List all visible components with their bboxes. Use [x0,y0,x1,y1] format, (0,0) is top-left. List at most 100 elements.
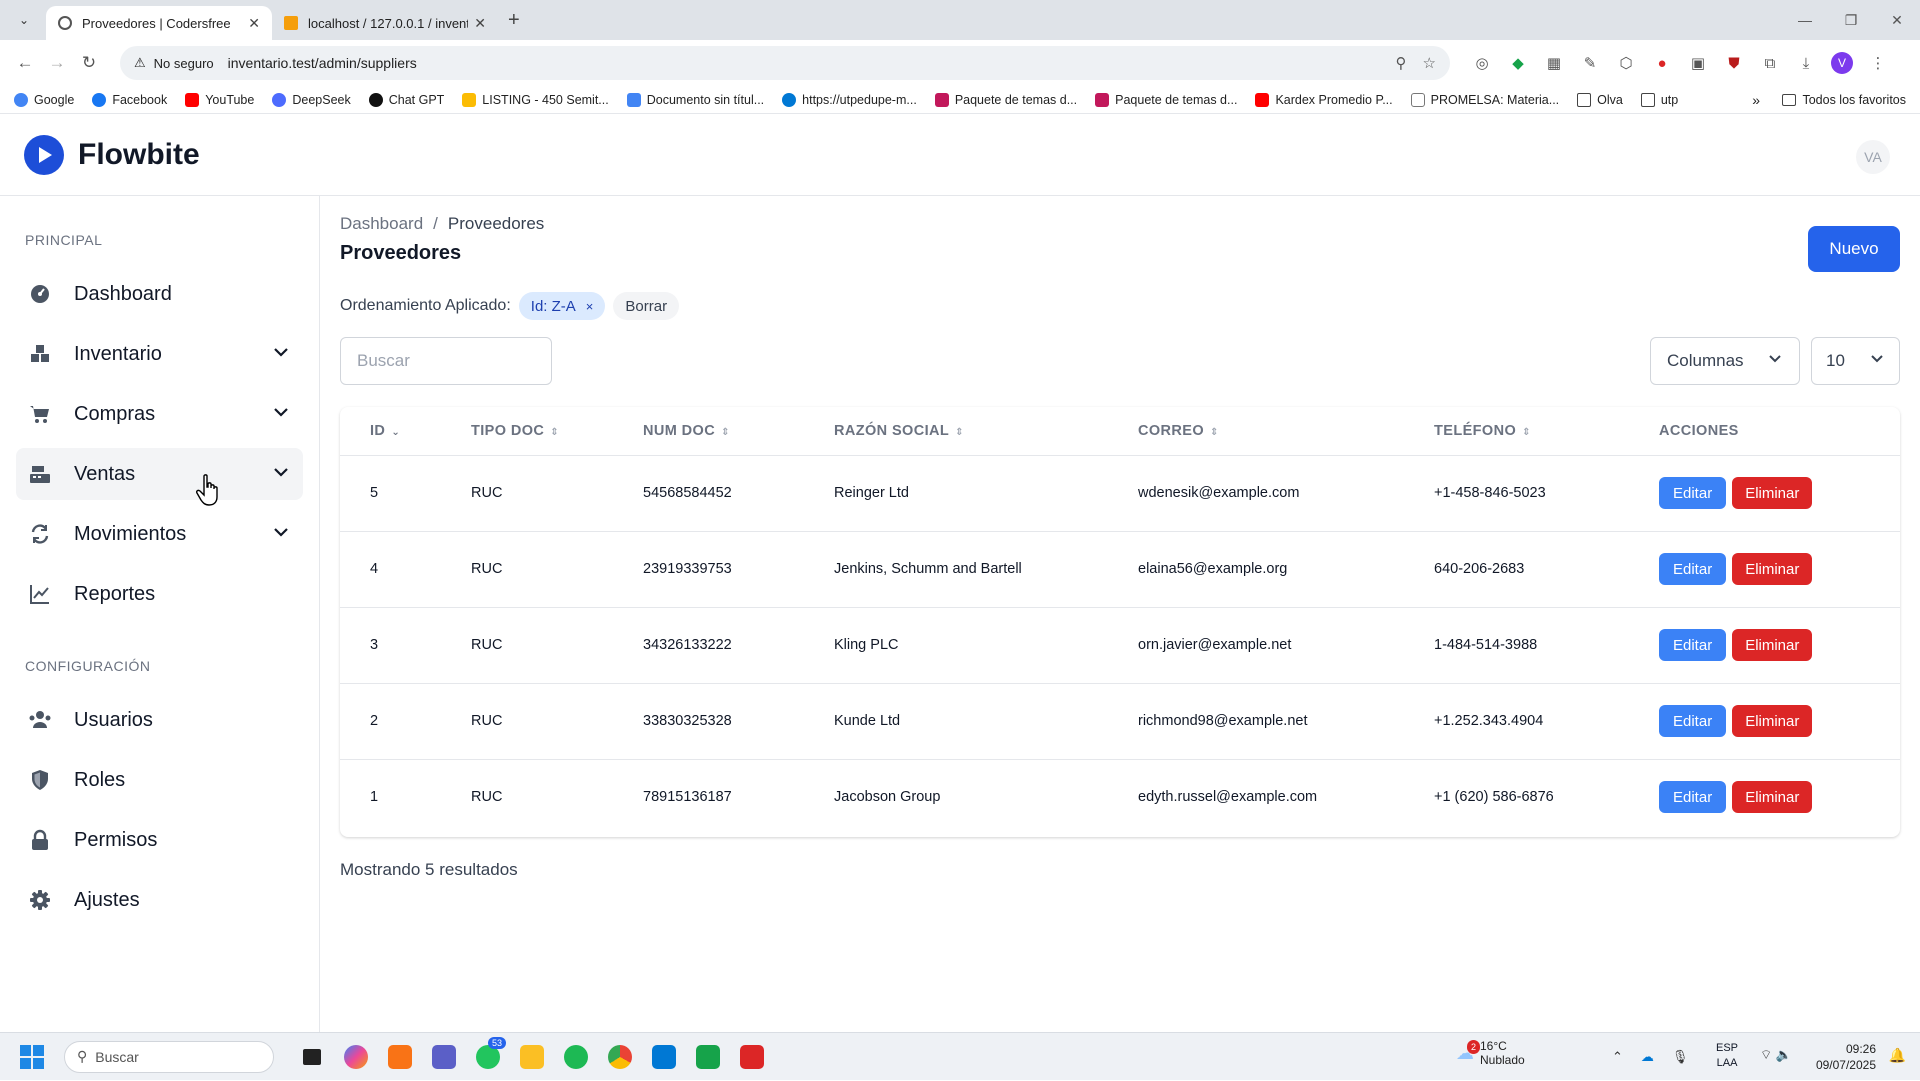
search-input[interactable] [340,337,552,385]
more-bookmarks-icon[interactable]: » [1752,92,1760,108]
restore-icon[interactable]: ❐ [1828,0,1874,40]
per-page-select[interactable]: 10 [1811,337,1900,385]
teams-icon[interactable] [422,1041,466,1073]
clear-sort-button[interactable]: Borrar [613,292,680,320]
network-volume[interactable]: ⌔ 🔈 [1760,1047,1792,1063]
brand-name[interactable]: Flowbite [78,138,200,172]
breadcrumb-root[interactable]: Dashboard [340,214,423,233]
sidebar-item-ventas[interactable]: Ventas [16,448,303,500]
notification-icon[interactable]: 🔔 [1889,1047,1906,1064]
omnibox[interactable]: ⚠ No seguro inventario.test/admin/suppli… [120,46,1450,80]
column-header-correo[interactable]: CORREO ⇕ [1108,407,1404,456]
sidebar-item-movimientos[interactable]: Movimientos [16,508,303,560]
extension-icon[interactable]: ◎ [1464,54,1500,72]
star-icon[interactable]: ☆ [1423,54,1436,72]
remove-sort-icon[interactable]: × [586,299,594,314]
whatsapp-icon[interactable]: 53 [466,1036,510,1073]
edit-button[interactable]: Editar [1659,781,1727,814]
edit-button[interactable]: Editar [1659,553,1727,585]
tab-search-icon[interactable]: ⌄ [12,8,36,32]
bookmark[interactable]: YouTube [185,92,254,107]
bookmark[interactable]: DeepSeek [272,92,351,107]
microphone-icon[interactable]: 🎙 [1672,1049,1689,1065]
column-header-tipo-doc[interactable]: TIPO DOC ⇕ [441,407,613,456]
bookmark[interactable]: Facebook [92,92,167,107]
delete-button[interactable]: Eliminar [1732,629,1813,661]
edit-button[interactable]: Editar [1659,705,1727,737]
pen-icon[interactable]: ✎ [1572,54,1608,72]
reload-icon[interactable]: ↻ [76,53,102,73]
flowbite-logo-icon[interactable] [24,134,64,175]
bookmark[interactable]: Paquete de temas d... [1095,92,1237,107]
close-window-icon[interactable]: ✕ [1874,0,1920,40]
language-indicator[interactable]: ESP LAA [1716,1041,1738,1071]
sidebar-item-ajustes[interactable]: Ajustes [16,874,303,926]
delete-button[interactable]: Eliminar [1732,705,1813,737]
bookmark-folder[interactable]: Olva [1577,92,1623,107]
menu-icon[interactable]: ⋮ [1860,54,1896,72]
sidebar-item-usuarios[interactable]: Usuarios [16,694,303,746]
edit-button[interactable]: Editar [1659,629,1727,661]
app-icon[interactable] [730,1041,774,1073]
copilot-icon[interactable] [334,1041,378,1073]
chevron-up-icon[interactable]: ⌃ [1612,1049,1623,1065]
sidebar-item-permisos[interactable]: Permisos [16,814,303,866]
back-icon[interactable]: ← [12,53,38,73]
windows-start-icon[interactable] [20,1044,44,1069]
vscode-icon[interactable] [642,1041,686,1073]
extension-icon[interactable]: ◆ [1500,54,1536,72]
bookmark-folder[interactable]: utp [1640,92,1678,107]
bookmark[interactable]: Chat GPT [368,92,444,107]
column-header-num-doc[interactable]: NUM DOC ⇕ [613,407,804,456]
download-icon[interactable]: ⤓ [1788,55,1824,72]
browser-tab-active[interactable]: Proveedores | Codersfree ✕ [46,6,272,40]
spotify-icon[interactable] [554,1041,598,1073]
column-header-razon-social[interactable]: RAZÓN SOCIAL ⇕ [804,407,1108,456]
all-bookmarks[interactable]: Todos los favoritos [1782,93,1906,107]
onedrive-icon[interactable]: ☁ [1641,1049,1654,1065]
profile-avatar[interactable]: V [1831,52,1853,74]
delete-button[interactable]: Eliminar [1732,477,1813,509]
close-tab-icon[interactable]: ✕ [474,15,486,32]
puzzle-icon[interactable]: ⧉ [1752,55,1788,72]
bookmark[interactable]: Google [14,92,74,107]
new-tab-button[interactable]: + [508,9,520,32]
sidebar-item-dashboard[interactable]: Dashboard [16,268,303,320]
bookmark[interactable]: LISTING - 450 Semit... [462,92,609,107]
taskbar-search[interactable]: ⚲ Buscar [64,1040,274,1073]
sidebar-item-compras[interactable]: Compras [16,388,303,440]
app-icon[interactable] [686,1041,730,1073]
delete-button[interactable]: Eliminar [1732,781,1813,814]
sidebar-item-roles[interactable]: Roles [16,754,303,806]
file-explorer-icon[interactable] [510,1041,554,1073]
browser-tab[interactable]: localhost / 127.0.0.1 / inventari ✕ [272,6,498,40]
bookmark[interactable]: Paquete de temas d... [934,92,1077,107]
app-icon[interactable] [378,1041,422,1073]
url-text[interactable]: inventario.test/admin/suppliers [228,55,1380,71]
edit-button[interactable]: Editar [1659,477,1727,509]
sidebar-item-inventario[interactable]: Inventario [16,328,303,380]
chrome-icon[interactable] [598,1041,642,1073]
close-tab-icon[interactable]: ✕ [248,15,260,32]
security-label[interactable]: No seguro [154,56,214,71]
forward-icon[interactable]: → [44,53,70,73]
bookmark[interactable]: Documento sin títul... [626,92,764,107]
bookmark[interactable]: PROMELSA: Materia... [1410,92,1559,107]
column-header-id[interactable]: ID ⌄ [340,407,441,456]
columns-button[interactable]: Columnas [1650,337,1800,385]
clock[interactable]: 09:26 09/07/2025 [1816,1041,1876,1073]
weather-widget[interactable]: ☁ 2 16°C Nublado [1456,1039,1525,1067]
qr-icon[interactable]: ▣ [1680,54,1716,72]
user-avatar[interactable]: VA [1856,140,1890,174]
ublock-icon[interactable]: ⛊ [1716,55,1752,72]
extension-icon[interactable]: ▦ [1536,54,1572,72]
bookmark[interactable]: Kardex Promedio P... [1255,92,1393,107]
column-header-telefono[interactable]: TELÉFONO ⇕ [1404,407,1629,456]
delete-button[interactable]: Eliminar [1732,553,1813,585]
sidebar-item-reportes[interactable]: Reportes [16,568,303,620]
zoom-icon[interactable]: ⚲ [1396,54,1407,72]
adblock-icon[interactable]: ● [1644,55,1680,72]
extension-icon[interactable]: ⬡ [1608,54,1644,72]
bookmark[interactable]: https://utpedupe-m... [782,92,917,107]
new-button[interactable]: Nuevo [1808,226,1900,272]
